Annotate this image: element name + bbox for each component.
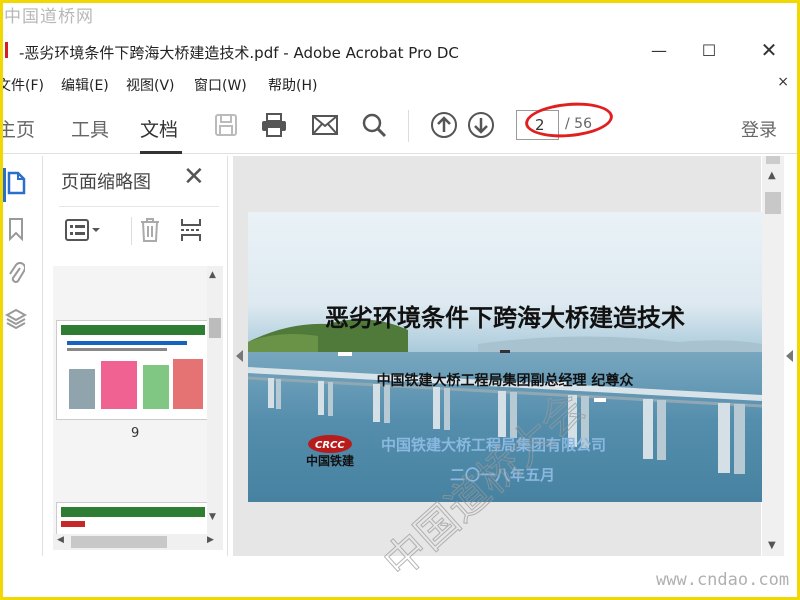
page-thumbnails-panel: 页面缩略图 ✕ 9 ▲ ▼ ◀ ▶ [42,156,228,556]
main-toolbar: 主页 工具 文档 2 / 56 登录 [0,98,797,154]
minimize-button[interactable]: — [639,36,679,64]
thumb-diagram-pier [143,365,169,409]
login-link[interactable]: 登录 [741,116,777,142]
crcc-logo-mark: CRCC [315,440,345,451]
menu-bar: 文件(F) 编辑(E) 视图(V) 窗口(W) 帮助(H) × [0,72,797,96]
page-thumbnails-icon[interactable] [3,168,29,198]
thumb-text-line [67,348,167,351]
thumb-header-bar [61,507,205,517]
pdf-slide-page: CRCC 恶劣环境条件下跨海大桥建造技术 中国铁建大桥工程局集团副总经理 纪尊众… [248,212,762,502]
slide-date: 二〇一八年五月 [450,466,556,484]
email-icon[interactable] [310,110,340,140]
thumbnail-vertical-scrollbar[interactable]: ▲ ▼ [207,266,223,540]
thumb-red-tag [61,521,85,527]
search-icon[interactable] [359,110,389,140]
close-window-button[interactable]: ✕ [749,36,789,64]
menu-view[interactable]: 视图(V) [126,75,175,95]
menu-file[interactable]: 文件(F) [0,75,44,95]
arrow-up-circle-icon[interactable] [429,110,459,140]
site-url-watermark: www.cndao.com [656,570,790,590]
thumb-diagram-pier [173,359,203,409]
arrow-down-circle-icon[interactable] [466,110,496,140]
panel-toolbar-divider [131,217,132,245]
menu-window[interactable]: 窗口(W) [194,75,247,95]
slide-logo-text: 中国铁建 [306,454,355,468]
scroll-left-arrow-icon[interactable]: ◀ [57,535,64,545]
site-watermark: 中国道桥网 [4,7,94,27]
scroll-down-arrow-icon[interactable]: ▼ [209,512,216,522]
layers-icon[interactable] [3,304,29,334]
tab-document[interactable]: 文档 [140,115,178,142]
menu-help[interactable]: 帮助(H) [268,75,317,95]
menu-edit[interactable]: 编辑(E) [61,75,109,95]
attachment-icon[interactable] [3,258,29,288]
thumbnail-page-9[interactable] [56,320,208,420]
thumbnail-options-icon[interactable] [65,217,101,243]
scroll-top-stub [766,156,780,164]
maximize-button[interactable]: ☐ [689,36,729,64]
tab-home[interactable]: 主页 [0,115,35,142]
panel-title: 页面缩略图 [61,172,151,193]
document-vertical-scrollbar[interactable]: ▲ ▼ [762,156,784,556]
document-scroll-thumb[interactable] [765,192,781,214]
window-title: -恶劣环境条件下跨海大桥建造技术.pdf - Adobe Acrobat Pro… [19,44,459,62]
panel-toolbar [59,206,219,246]
scroll-up-arrow-icon[interactable]: ▲ [209,270,216,280]
bookmark-icon[interactable] [3,214,29,244]
thumb-header-bar [61,325,205,335]
thumbnail-list[interactable]: 9 [53,266,213,540]
scroll-down-arrow-icon[interactable]: ▼ [768,540,776,551]
save-icon[interactable] [211,110,241,140]
thumbnail-hscroll-thumb[interactable] [71,536,167,548]
collapse-left-panel-icon[interactable] [236,350,243,362]
tab-tools[interactable]: 工具 [71,115,109,142]
slide-company: 中国铁建大桥工程局集团有限公司 [381,436,607,454]
toolbar-divider [408,110,409,142]
print-icon[interactable] [259,110,289,140]
close-panel-button[interactable]: ✕ [183,162,205,192]
thumb-diagram-pier [101,361,137,409]
left-navigation-rail [3,156,41,556]
close-document-button[interactable]: × [777,74,789,90]
thumbnail-horizontal-scrollbar[interactable]: ◀ ▶ [53,534,223,550]
pdf-app-icon [5,42,17,58]
thumb-diagram-pier [69,369,95,409]
scroll-up-arrow-icon[interactable]: ▲ [768,170,776,181]
thumb-text-line [67,341,187,345]
delete-page-icon[interactable] [139,217,161,243]
title-dash [500,350,510,353]
title-bar: -恶劣环境条件下跨海大桥建造技术.pdf - Adobe Acrobat Pro… [3,30,797,70]
thumbnail-page-number: 9 [131,426,140,441]
scroll-right-arrow-icon[interactable]: ▶ [207,535,214,545]
expand-right-panel-icon[interactable] [786,350,793,362]
slide-title: 恶劣环境条件下跨海大桥建造技术 [325,304,685,332]
slide-subtitle: 中国铁建大桥工程局集团副总经理 纪尊众 [376,373,634,389]
thumbnail-scroll-thumb[interactable] [209,318,221,338]
extract-page-icon[interactable] [179,217,203,243]
active-tab-indicator [140,151,182,154]
